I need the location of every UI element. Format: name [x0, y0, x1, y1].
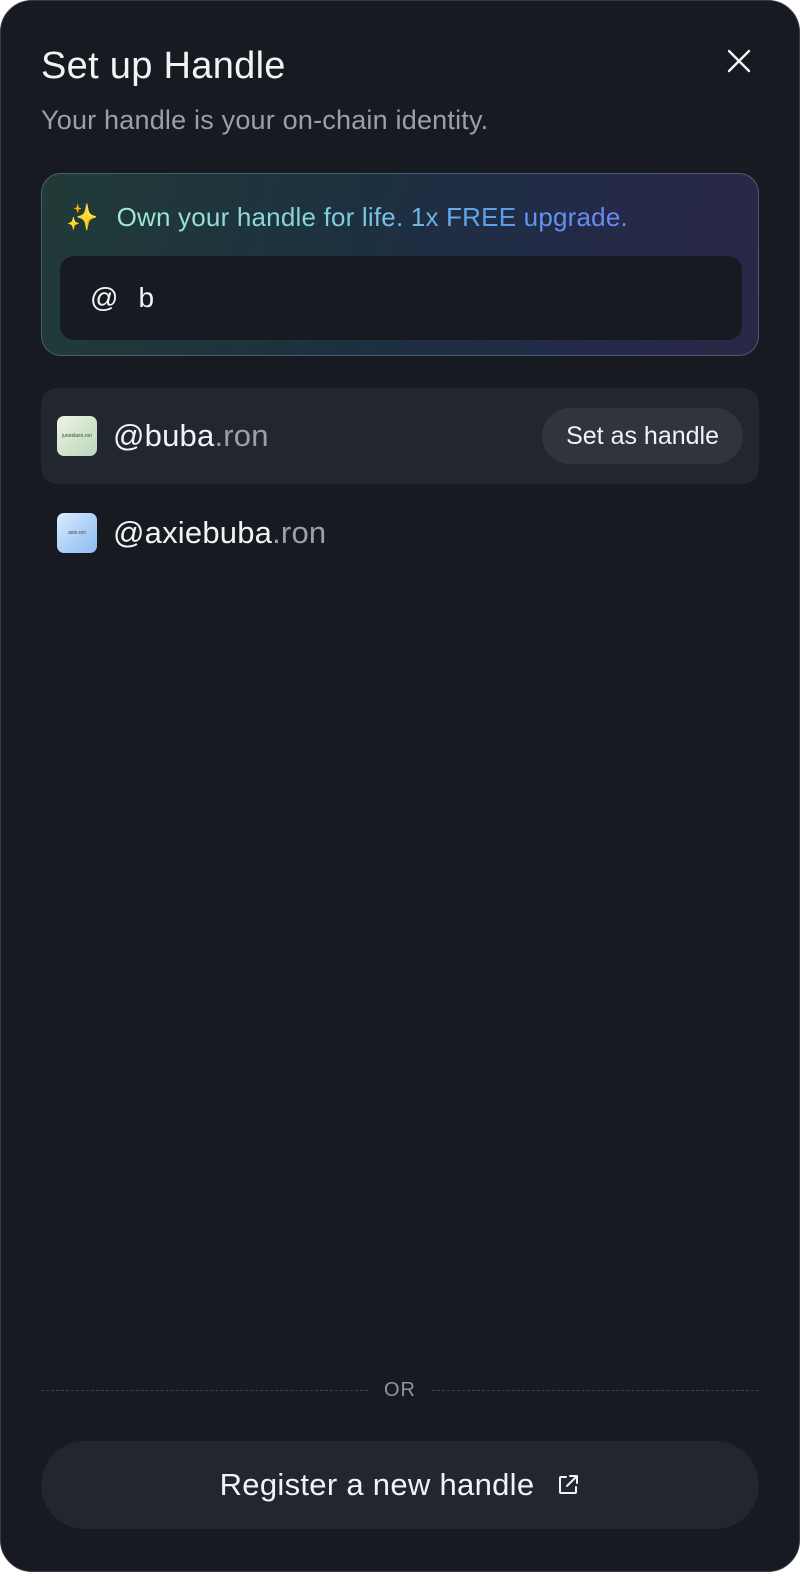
- or-divider: OR: [41, 1377, 759, 1403]
- register-label: Register a new handle: [219, 1467, 535, 1502]
- handle-avatar: axie.ron: [57, 513, 97, 553]
- handle-name-base: @axiebuba: [113, 515, 273, 550]
- promo-text: Own your handle for life. 1x FREE upgrad…: [116, 202, 628, 232]
- dialog-title: Set up Handle: [41, 45, 286, 87]
- close-icon: [727, 49, 751, 73]
- handle-name: @buba.ron: [113, 418, 269, 454]
- handle-result-item[interactable]: axie.ron @axiebuba.ron: [41, 485, 759, 581]
- handle-suffix: .ron: [214, 418, 269, 453]
- avatar-caption: juneidasn.ron: [61, 433, 93, 439]
- avatar-caption: axie.ron: [68, 530, 86, 536]
- handle-name: @axiebuba.ron: [113, 515, 326, 551]
- sparkles-icon: ✨: [66, 202, 99, 232]
- handle-input[interactable]: [138, 282, 699, 314]
- handle-search-field[interactable]: @: [60, 256, 742, 340]
- external-link-icon: [556, 1473, 580, 1497]
- handle-result-item[interactable]: juneidasn.ron @buba.ron Set as handle: [41, 388, 759, 484]
- handle-name-base: @buba: [113, 418, 215, 453]
- handle-avatar: juneidasn.ron: [57, 416, 97, 456]
- set-up-handle-dialog: Set up Handle Your handle is your on-cha…: [0, 0, 800, 1572]
- set-as-handle-button[interactable]: Set as handle: [542, 408, 743, 464]
- divider-label: OR: [384, 1378, 416, 1401]
- register-new-handle-button[interactable]: Register a new handle: [41, 1441, 759, 1529]
- promo-line: ✨ Own your handle for life. 1x FREE upgr…: [66, 202, 628, 233]
- handle-suffix: .ron: [272, 515, 327, 550]
- handle-promo-card: ✨ Own your handle for life. 1x FREE upgr…: [41, 173, 759, 356]
- dialog-subtitle: Your handle is your on-chain identity.: [41, 105, 489, 135]
- at-prefix: @: [90, 282, 119, 313]
- close-button[interactable]: [717, 41, 761, 81]
- divider-line-left: [41, 1389, 368, 1391]
- divider-line-right: [432, 1389, 759, 1391]
